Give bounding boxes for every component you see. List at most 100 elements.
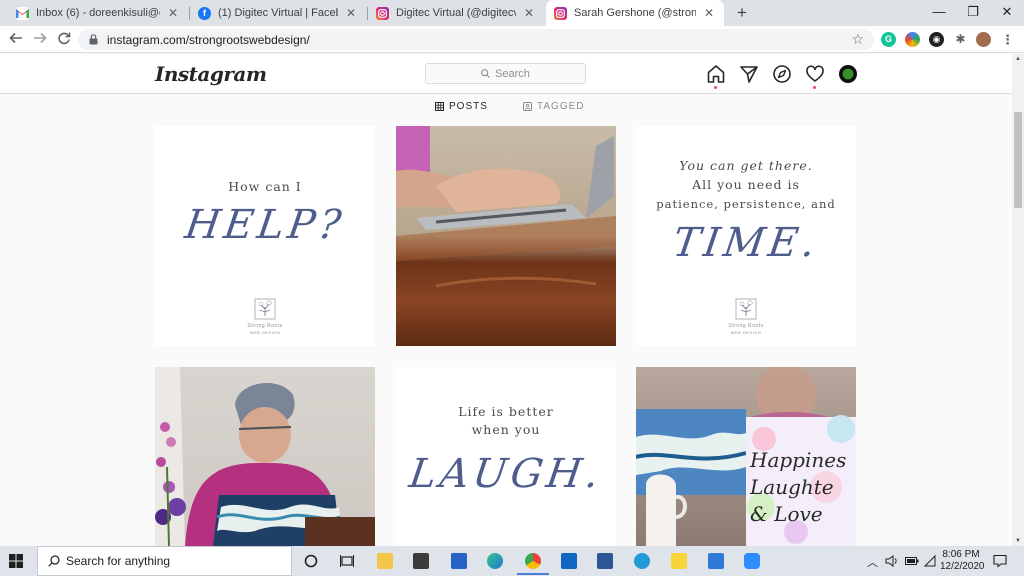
grid-icon (435, 102, 444, 111)
instagram-logo[interactable]: Instagram (155, 62, 267, 86)
maximize-button[interactable]: ❐ (956, 0, 990, 26)
post-laugh-quote[interactable]: Life is better when you LAUGH. (396, 367, 616, 546)
volume-icon[interactable] (885, 555, 899, 567)
windows-start-icon[interactable] (9, 554, 23, 568)
scroll-down-arrow-icon[interactable]: ▼ (1015, 538, 1021, 544)
strong-roots-logo-icon (735, 298, 757, 320)
close-tab-icon[interactable]: ✕ (702, 6, 716, 20)
explore-compass-icon[interactable] (772, 64, 792, 84)
scroll-up-arrow-icon[interactable]: ▲ (1015, 56, 1021, 62)
battery-icon[interactable] (905, 556, 919, 566)
tab-posts[interactable]: POSTS (435, 101, 488, 112)
brand-name: Strong Roots (247, 323, 283, 329)
wifi-icon[interactable] (924, 555, 936, 567)
word-icon[interactable] (597, 553, 613, 569)
quote-text: when you (471, 422, 541, 437)
instagram-icon (554, 6, 567, 20)
tab-facebook[interactable]: f (1) Digitec Virtual | Facebook ✕ (190, 0, 366, 26)
search-icon (481, 69, 490, 78)
tab-instagram-digitec[interactable]: Digitec Virtual (@digitecv) • Insta ✕ (368, 0, 544, 26)
tagged-icon (523, 102, 532, 111)
instagram-header: Instagram Search (0, 54, 1012, 94)
task-view-icon[interactable] (340, 554, 354, 568)
address-bar[interactable]: instagram.com/strongrootswebdesign/ ☆ (78, 29, 874, 50)
puzzle-extensions-icon[interactable]: ✱ (953, 32, 968, 47)
quote-text: All you need is (692, 177, 800, 192)
menu-dots-icon[interactable]: ⋮ (1000, 32, 1015, 47)
store-icon[interactable] (413, 553, 429, 569)
tab-tagged[interactable]: TAGGED (523, 101, 584, 112)
tab-title: Inbox (6) - doreenkisuli@gmail.co (36, 7, 160, 19)
photos-icon[interactable] (708, 553, 724, 569)
zoom-icon[interactable] (744, 553, 760, 569)
instagram-icon (376, 6, 389, 20)
quote-text: patience, persistence, and (656, 197, 836, 211)
tab-title: Sarah Gershone (@strongrootsw (574, 7, 696, 19)
grammarly-extension-icon[interactable]: G (881, 32, 896, 47)
tab-title: (1) Digitec Virtual | Facebook (218, 7, 338, 19)
direct-message-icon[interactable] (739, 64, 759, 84)
tab-gmail[interactable]: Inbox (6) - doreenkisuli@gmail.co ✕ (8, 0, 188, 26)
browser-toolbar: instagram.com/strongrootswebdesign/ ☆ G … (0, 26, 1024, 53)
card-line: Happines (750, 448, 847, 472)
page-scrollbar[interactable]: ▲ ▼ (1012, 54, 1024, 546)
post-laptop-photo[interactable] (396, 126, 616, 346)
post-help-quote[interactable]: How can I HELP? Strong Roots WEB DESIGN (155, 126, 375, 346)
card-line: & Love (750, 502, 823, 526)
post-happiness-photo[interactable]: Happines Laughte & Love (636, 367, 856, 546)
outlook-icon[interactable] (561, 553, 577, 569)
post-woman-laptop-photo[interactable] (155, 367, 375, 546)
close-tab-icon[interactable]: ✕ (344, 6, 358, 20)
quote-script-text: LAUGH. (406, 451, 606, 497)
mail-icon[interactable] (451, 553, 467, 569)
notifications-icon[interactable] (993, 554, 1007, 568)
taskbar-search-box[interactable]: Search for anything (37, 546, 292, 576)
arrow-left-icon (9, 32, 22, 44)
activity-heart-icon[interactable] (805, 64, 825, 84)
clock-date: 12/2/2020 (940, 561, 985, 572)
lock-icon (89, 34, 98, 45)
chrome-icon[interactable] (525, 553, 541, 569)
tab-title: Digitec Virtual (@digitecv) • Insta (396, 7, 516, 19)
edge-icon[interactable] (487, 553, 503, 569)
brand-name: Strong Roots (728, 323, 764, 329)
profile-avatar[interactable] (839, 65, 857, 83)
sticky-notes-icon[interactable] (671, 553, 687, 569)
search-input[interactable]: Search (425, 63, 586, 84)
activity-notification-dot (813, 86, 816, 89)
quote-text: Life is better (458, 404, 554, 419)
taskbar-search-placeholder: Search for anything (66, 554, 171, 568)
quote-script-text: TIME. (670, 220, 822, 266)
close-window-button[interactable]: ✕ (990, 0, 1024, 26)
cortana-icon[interactable] (304, 554, 318, 568)
bookmark-star-icon[interactable]: ☆ (851, 31, 864, 48)
tray-chevron-icon[interactable]: ︿ (867, 554, 878, 570)
search-icon (48, 555, 60, 567)
dark-extension-icon[interactable]: ◉ (929, 32, 944, 47)
reload-button[interactable] (54, 30, 74, 50)
quote-text: How can I (228, 179, 302, 194)
close-tab-icon[interactable]: ✕ (166, 6, 180, 20)
new-tab-button[interactable]: + (732, 3, 752, 23)
profile-avatar[interactable] (976, 32, 991, 47)
home-icon[interactable] (706, 64, 726, 84)
tab-instagram-sarah[interactable]: Sarah Gershone (@strongrootsw ✕ (546, 0, 724, 26)
file-explorer-icon[interactable] (377, 553, 393, 569)
close-tab-icon[interactable]: ✕ (522, 6, 536, 20)
card-text: Happines Laughte & Love (750, 447, 846, 528)
post-time-quote[interactable]: You can get there. All you need is patie… (636, 126, 856, 346)
color-extension-icon[interactable] (905, 32, 920, 47)
laptop-typing-image (396, 126, 616, 288)
forward-button[interactable] (30, 30, 50, 50)
minimize-button[interactable]: — (922, 0, 956, 26)
woman-laptop-image (155, 367, 375, 546)
app-icon[interactable] (634, 553, 650, 569)
strong-roots-logo-icon (254, 298, 276, 320)
taskbar-clock[interactable]: 8:06 PM 12/2/2020 (940, 549, 985, 573)
scrollbar-thumb[interactable] (1014, 112, 1022, 208)
active-app-indicator (517, 573, 549, 575)
screen: Inbox (6) - doreenkisuli@gmail.co ✕ f (1… (0, 0, 1024, 576)
gmail-icon (16, 6, 29, 20)
back-button[interactable] (6, 30, 26, 50)
home-notification-dot (714, 86, 717, 89)
